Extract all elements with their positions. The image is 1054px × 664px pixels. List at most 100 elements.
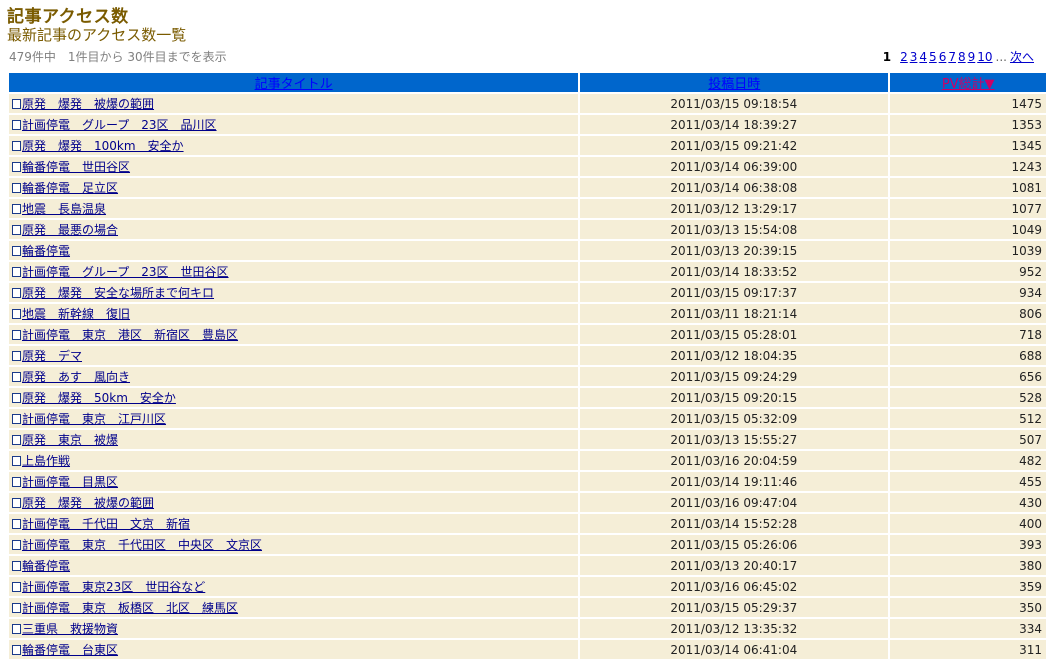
pagination-current-page: 1 bbox=[882, 50, 892, 64]
article-title-cell: 原発 デマ bbox=[9, 346, 579, 365]
article-title-cell: 輪番停電 世田谷区 bbox=[9, 157, 579, 176]
column-header-pv: PV総計▼ bbox=[890, 73, 1046, 92]
table-row: 輪番停電 足立区 2011/03/14 06:38:08 1081 bbox=[9, 178, 1046, 197]
table-row: 計画停電 東京 港区 新宿区 豊島区 2011/03/15 05:28:01 718 bbox=[9, 325, 1046, 344]
page-icon bbox=[12, 645, 21, 655]
article-title-link[interactable]: 地震 新幹線 復旧 bbox=[22, 307, 130, 321]
table-row: 原発 爆発 被爆の範囲 2011/03/15 09:18:54 1475 bbox=[9, 94, 1046, 113]
pagination-page-link[interactable]: 4 bbox=[919, 50, 927, 64]
article-title-cell: 計画停電 東京 江戸川区 bbox=[9, 409, 579, 428]
page-icon bbox=[12, 246, 21, 256]
pv-count-cell: 311 bbox=[890, 640, 1046, 659]
post-date-cell: 2011/03/15 09:24:29 bbox=[580, 367, 889, 386]
article-title-link[interactable]: 上島作戦 bbox=[22, 454, 70, 468]
table-row: 原発 爆発 被爆の範囲 2011/03/16 09:47:04 430 bbox=[9, 493, 1046, 512]
article-title-cell: 三重県 救援物資 bbox=[9, 619, 579, 638]
article-title-link[interactable]: 原発 最悪の場合 bbox=[22, 223, 118, 237]
pagination-page-link[interactable]: 5 bbox=[929, 50, 937, 64]
post-date-cell: 2011/03/15 09:17:37 bbox=[580, 283, 889, 302]
pagination-page-link[interactable]: 2 bbox=[900, 50, 908, 64]
article-title-link[interactable]: 原発 あす 風向き bbox=[22, 370, 130, 384]
pagination: 1 2 3 4 5 6 7 8 9 10 ... 次へ bbox=[883, 48, 1036, 65]
sort-by-pv-link[interactable]: PV総計▼ bbox=[942, 77, 995, 92]
page-icon bbox=[12, 393, 21, 403]
pagination-page-link[interactable]: 9 bbox=[968, 50, 976, 64]
article-title-cell: 原発 東京 被爆 bbox=[9, 430, 579, 449]
pagination-next-link[interactable]: 次へ bbox=[1010, 48, 1034, 65]
post-date-cell: 2011/03/14 18:33:52 bbox=[580, 262, 889, 281]
article-title-cell: 輪番停電 bbox=[9, 241, 579, 260]
pagination-page-link[interactable]: 10 bbox=[977, 50, 992, 64]
pagination-page-link[interactable]: 3 bbox=[910, 50, 918, 64]
article-title-link[interactable]: 計画停電 東京 板橋区 北区 練馬区 bbox=[22, 601, 238, 615]
article-title-link[interactable]: 原発 爆発 被爆の範囲 bbox=[22, 97, 154, 111]
pv-count-cell: 1353 bbox=[890, 115, 1046, 134]
article-title-link[interactable]: 計画停電 グループ 23区 世田谷区 bbox=[22, 265, 229, 279]
article-title-link[interactable]: 計画停電 グループ 23区 品川区 bbox=[22, 118, 217, 132]
table-row: 計画停電 東京23区 世田谷など 2011/03/16 06:45:02 359 bbox=[9, 577, 1046, 596]
pagination-page-links: 2 3 4 5 6 7 8 9 10 bbox=[900, 50, 994, 64]
article-title-cell: 輪番停電 足立区 bbox=[9, 178, 579, 197]
article-title-cell: 原発 爆発 被爆の範囲 bbox=[9, 94, 579, 113]
page-icon bbox=[12, 162, 21, 172]
pagination-page-link[interactable]: 7 bbox=[948, 50, 956, 64]
article-title-link[interactable]: 原発 爆発 安全な場所まで何キロ bbox=[22, 286, 214, 300]
page-icon bbox=[12, 477, 21, 487]
pagination-page-link[interactable]: 8 bbox=[958, 50, 966, 64]
post-date-cell: 2011/03/12 13:35:32 bbox=[580, 619, 889, 638]
article-title-link[interactable]: 原発 爆発 被爆の範囲 bbox=[22, 496, 154, 510]
article-title-cell: 地震 長島温泉 bbox=[9, 199, 579, 218]
page-icon bbox=[12, 99, 21, 109]
article-title-link[interactable]: 原発 デマ bbox=[22, 349, 82, 363]
table-row: 計画停電 千代田 文京 新宿 2011/03/14 15:52:28 400 bbox=[9, 514, 1046, 533]
article-title-cell: 計画停電 グループ 23区 世田谷区 bbox=[9, 262, 579, 281]
sort-by-date-link[interactable]: 投稿日時 bbox=[708, 77, 760, 92]
table-body: 原発 爆発 被爆の範囲 2011/03/15 09:18:54 1475 計画停電 グ… bbox=[9, 94, 1046, 659]
page-icon bbox=[12, 120, 21, 130]
post-date-cell: 2011/03/15 09:18:54 bbox=[580, 94, 889, 113]
pv-count-cell: 400 bbox=[890, 514, 1046, 533]
pv-count-cell: 359 bbox=[890, 577, 1046, 596]
article-title-link[interactable]: 計画停電 千代田 文京 新宿 bbox=[22, 517, 190, 531]
pv-count-cell: 1475 bbox=[890, 94, 1046, 113]
post-date-cell: 2011/03/15 05:26:06 bbox=[580, 535, 889, 554]
result-count-info: 479件中 1件目から 30件目までを表示 bbox=[9, 50, 227, 64]
sort-by-title-link[interactable]: 記事タイトル bbox=[255, 77, 333, 92]
article-title-link[interactable]: 三重県 救援物資 bbox=[22, 622, 118, 636]
pv-count-cell: 455 bbox=[890, 472, 1046, 491]
article-title-link[interactable]: 計画停電 東京23区 世田谷など bbox=[22, 580, 205, 594]
table-row: 原発 爆発 100km 安全か 2011/03/15 09:21:42 1345 bbox=[9, 136, 1046, 155]
table-row: 原発 あす 風向き 2011/03/15 09:24:29 656 bbox=[9, 367, 1046, 386]
page-icon bbox=[12, 540, 21, 550]
pv-count-cell: 528 bbox=[890, 388, 1046, 407]
article-title-link[interactable]: 輪番停電 世田谷区 bbox=[22, 160, 130, 174]
post-date-cell: 2011/03/15 05:32:09 bbox=[580, 409, 889, 428]
post-date-cell: 2011/03/15 05:29:37 bbox=[580, 598, 889, 617]
article-title-link[interactable]: 計画停電 目黒区 bbox=[22, 475, 118, 489]
article-title-link[interactable]: 原発 爆発 50km 安全か bbox=[22, 391, 176, 405]
page-icon bbox=[12, 624, 21, 634]
article-title-link[interactable]: 輪番停電 bbox=[22, 559, 70, 573]
article-title-link[interactable]: 輪番停電 bbox=[22, 244, 70, 258]
article-title-link[interactable]: 輪番停電 台東区 bbox=[22, 643, 118, 657]
pv-count-cell: 430 bbox=[890, 493, 1046, 512]
article-title-link[interactable]: 輪番停電 足立区 bbox=[22, 181, 118, 195]
article-title-link[interactable]: 原発 東京 被爆 bbox=[22, 433, 118, 447]
page-icon bbox=[12, 309, 21, 319]
article-title-link[interactable]: 地震 長島温泉 bbox=[22, 202, 106, 216]
post-date-cell: 2011/03/16 20:04:59 bbox=[580, 451, 889, 470]
table-row: 計画停電 目黒区 2011/03/14 19:11:46 455 bbox=[9, 472, 1046, 491]
article-title-cell: 地震 新幹線 復旧 bbox=[9, 304, 579, 323]
table-row: 計画停電 グループ 23区 世田谷区 2011/03/14 18:33:52 952 bbox=[9, 262, 1046, 281]
article-title-link[interactable]: 計画停電 東京 江戸川区 bbox=[22, 412, 166, 426]
post-date-cell: 2011/03/15 09:20:15 bbox=[580, 388, 889, 407]
post-date-cell: 2011/03/14 19:11:46 bbox=[580, 472, 889, 491]
article-title-cell: 上島作戦 bbox=[9, 451, 579, 470]
post-date-cell: 2011/03/13 15:54:08 bbox=[580, 220, 889, 239]
page-icon bbox=[12, 204, 21, 214]
article-title-link[interactable]: 原発 爆発 100km 安全か bbox=[22, 139, 184, 153]
post-date-cell: 2011/03/14 15:52:28 bbox=[580, 514, 889, 533]
pagination-page-link[interactable]: 6 bbox=[939, 50, 947, 64]
article-title-link[interactable]: 計画停電 東京 港区 新宿区 豊島区 bbox=[22, 328, 238, 342]
article-title-link[interactable]: 計画停電 東京 千代田区 中央区 文京区 bbox=[22, 538, 262, 552]
